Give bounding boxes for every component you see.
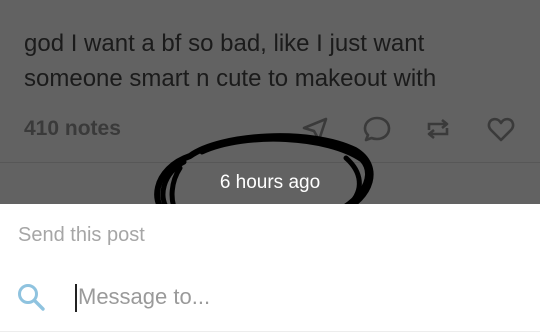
notes-count[interactable]: 410 notes <box>24 117 121 141</box>
text-cursor <box>75 284 77 312</box>
dimmed-post-background[interactable]: god I want a bf so bad, like I just want… <box>0 0 540 204</box>
post-text-line-2: someone smart n cute to makeout with <box>24 65 437 92</box>
search-icon <box>18 284 45 311</box>
reply-icon <box>363 116 391 142</box>
share-button[interactable] <box>298 112 332 146</box>
share-sheet: Send this post <box>0 204 540 335</box>
message-to-input[interactable] <box>78 278 498 316</box>
post-text-line-1: god I want a bf so bad, like I just want <box>24 30 425 57</box>
divider <box>0 331 540 332</box>
post-text: god I want a bf so bad, like I just want… <box>24 26 524 96</box>
reblog-button[interactable] <box>421 112 455 146</box>
like-icon <box>487 117 515 142</box>
reblog-icon <box>427 118 449 140</box>
timestamp-label: 6 hours ago <box>219 172 321 193</box>
reply-button[interactable] <box>360 112 394 146</box>
post-card: god I want a bf so bad, like I just want… <box>0 0 540 162</box>
divider <box>0 162 540 163</box>
recipient-search-row[interactable] <box>0 274 540 324</box>
share-icon <box>302 117 328 142</box>
like-button[interactable] <box>484 112 518 146</box>
share-sheet-title: Send this post <box>18 224 145 246</box>
